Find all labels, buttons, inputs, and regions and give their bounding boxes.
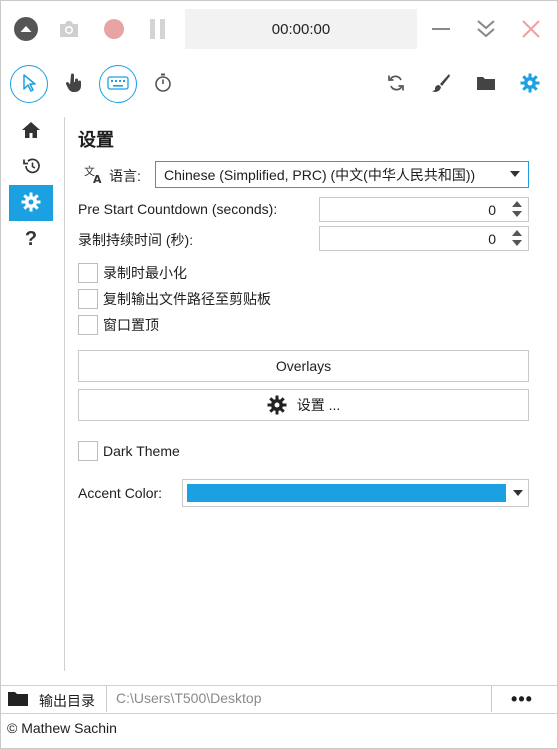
- settings-button[interactable]: [511, 65, 549, 103]
- copyright-text: © Mathew Sachin: [7, 720, 117, 736]
- home-icon: [21, 121, 41, 142]
- minimize-icon[interactable]: [429, 17, 453, 41]
- language-row: 文A 语言:: [84, 164, 141, 187]
- countdown-value: 0: [488, 202, 496, 218]
- brush-button[interactable]: [422, 65, 460, 103]
- language-label: 语言:: [109, 167, 141, 184]
- open-folder-button[interactable]: [467, 65, 505, 103]
- nav-settings[interactable]: [9, 185, 53, 221]
- chevron-down-icon: [513, 490, 523, 496]
- help-icon: ?: [24, 227, 38, 250]
- output-folder-label: 输出目录: [39, 693, 95, 709]
- minimize-on-record-option[interactable]: 录制时最小化: [78, 263, 187, 283]
- hand-pointer-icon: [65, 73, 83, 96]
- side-nav: ?: [9, 113, 53, 257]
- screenshot-camera-icon[interactable]: [57, 17, 81, 41]
- more-settings-button[interactable]: 设置 ...: [78, 389, 529, 421]
- accent-color-select[interactable]: [182, 479, 529, 507]
- chevron-down-icon: [510, 171, 520, 177]
- duration-stepper[interactable]: 0: [319, 226, 529, 251]
- always-on-top-option[interactable]: 窗口置顶: [78, 315, 159, 335]
- accent-color-swatch: [187, 484, 506, 502]
- keystrokes-tool-button[interactable]: [99, 65, 137, 103]
- pause-icon[interactable]: [146, 17, 170, 41]
- checkbox[interactable]: [78, 315, 98, 335]
- output-path-field[interactable]: C:\Users\T500\Desktop: [106, 686, 492, 712]
- click-tool-button[interactable]: [55, 65, 93, 103]
- language-select[interactable]: Chinese (Simplified, PRC) (中文(中华人民共和国)): [155, 161, 529, 188]
- arrow-up-icon[interactable]: [512, 230, 522, 236]
- more-settings-label: 设置 ...: [296, 397, 341, 413]
- overlays-button[interactable]: Overlays: [78, 350, 529, 382]
- refresh-icon: [387, 74, 405, 95]
- minimize-to-tray-icon[interactable]: [474, 17, 498, 41]
- page-title: 设置: [78, 130, 114, 150]
- cursor-icon: [21, 73, 37, 95]
- status-bar: © Mathew Sachin: [1, 713, 557, 749]
- gear-icon: [267, 395, 287, 415]
- nav-home[interactable]: [9, 113, 53, 149]
- collapse-up-icon[interactable]: [14, 17, 38, 41]
- copy-path-option[interactable]: 复制输出文件路径至剪贴板: [78, 289, 271, 309]
- countdown-stepper[interactable]: 0: [319, 197, 529, 222]
- dark-theme-label: Dark Theme: [103, 443, 180, 459]
- nav-divider: [64, 117, 65, 671]
- accent-color-label: Accent Color:: [78, 485, 163, 501]
- checkbox[interactable]: [78, 441, 98, 461]
- nav-history[interactable]: [9, 149, 53, 185]
- record-icon[interactable]: [102, 17, 126, 41]
- checkbox[interactable]: [78, 289, 98, 309]
- keyboard-icon: [107, 75, 129, 93]
- cursor-tool-button[interactable]: [10, 65, 48, 103]
- duration-value: 0: [488, 231, 496, 247]
- history-icon: [21, 157, 41, 178]
- stepper-arrows[interactable]: [510, 200, 524, 220]
- checkbox-label: 窗口置顶: [103, 317, 159, 333]
- output-folder-bar: 输出目录 C:\Users\T500\Desktop •••: [1, 685, 557, 712]
- close-icon[interactable]: [519, 17, 543, 41]
- stopwatch-icon: [154, 73, 172, 96]
- browse-button[interactable]: •••: [492, 686, 552, 712]
- checkbox[interactable]: [78, 263, 98, 283]
- folder-icon[interactable]: [7, 691, 29, 710]
- dark-theme-option[interactable]: Dark Theme: [78, 441, 180, 461]
- translate-icon: 文A: [84, 164, 104, 187]
- arrow-up-icon[interactable]: [512, 201, 522, 207]
- folder-icon: [476, 75, 496, 94]
- arrow-down-icon[interactable]: [512, 240, 522, 246]
- elapsed-timer: 00:00:00: [185, 9, 417, 49]
- arrow-down-icon[interactable]: [512, 211, 522, 217]
- countdown-label: Pre Start Countdown (seconds):: [78, 201, 278, 217]
- refresh-button[interactable]: [377, 65, 415, 103]
- checkbox-label: 复制输出文件路径至剪贴板: [103, 291, 271, 307]
- title-bar: 00:00:00: [1, 1, 557, 59]
- brush-icon: [431, 73, 451, 96]
- timer-tool-button[interactable]: [144, 65, 182, 103]
- stepper-arrows[interactable]: [510, 229, 524, 249]
- duration-label: 录制持续时间 (秒):: [78, 232, 194, 248]
- language-value: Chinese (Simplified, PRC) (中文(中华人民共和国)): [164, 166, 476, 183]
- svg-text:A: A: [93, 173, 102, 184]
- nav-help[interactable]: ?: [9, 221, 53, 257]
- app-window: 00:00:00 ? 设置 文 A 语言: Chinese (Simplifie…: [0, 0, 558, 749]
- checkbox-label: 录制时最小化: [103, 265, 187, 281]
- gear-icon: [21, 192, 41, 215]
- gear-icon: [520, 73, 540, 96]
